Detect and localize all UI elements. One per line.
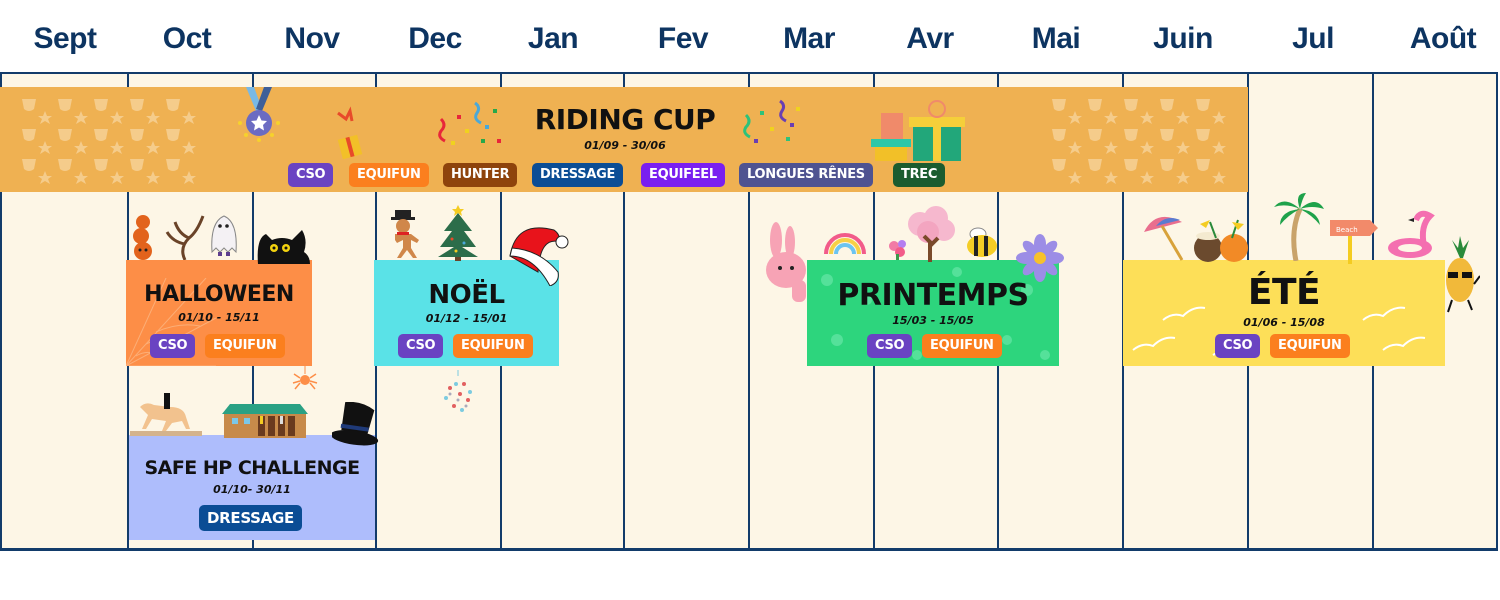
- tag-dressage: DRESSAGE: [199, 505, 302, 531]
- santa-hat-icon: [509, 227, 569, 286]
- tag-longues-renes: LONGUES RÊNES: [739, 163, 873, 187]
- medal-icon: [238, 87, 280, 142]
- month-dec: Dec: [408, 22, 462, 55]
- coconut-drinks-icon: [1194, 219, 1248, 262]
- spooky-tree-icon: [165, 215, 205, 260]
- pineapple-icon: [1446, 236, 1480, 313]
- month-aout: Août: [1409, 22, 1477, 55]
- gift-boxes-icon: [871, 100, 965, 161]
- cherry-blossom-tree-icon: [908, 206, 955, 262]
- month-fev: Fev: [657, 22, 709, 55]
- confetti-icon: [438, 101, 501, 145]
- riding-cup-banner[interactable]: RIDING CUP 01/09 - 30/06 CSO EQUIFUN HUN…: [0, 87, 1248, 192]
- safe-hp-dates: 01/10- 30/11: [213, 483, 291, 496]
- noel-dates: 01/12 - 15/01: [425, 312, 508, 325]
- tag-equifun: EQUIFUN: [1270, 334, 1350, 358]
- month-jan: Jan: [527, 22, 579, 55]
- daisy-icon: [1016, 234, 1064, 282]
- bunny-icon: [766, 222, 806, 302]
- grid-line: [1496, 72, 1498, 551]
- printemps-title: PRINTEMPS: [837, 278, 1029, 313]
- palm-tree-icon: [1274, 193, 1324, 261]
- month-avr: Avr: [906, 22, 954, 55]
- month-mai: Mai: [1031, 22, 1081, 55]
- bee-icon: [967, 227, 997, 257]
- christmas-tree-icon: [438, 205, 478, 261]
- month-jul: Jul: [1292, 22, 1334, 55]
- ghost-icon: [211, 215, 237, 256]
- printemps-dates: 15/03 - 15/05: [892, 314, 974, 327]
- event-ete[interactable]: ÉTÉ 01/06 - 15/08 CSO EQUIFUN: [1123, 260, 1445, 366]
- confetti-icon: [743, 99, 800, 143]
- month-sept: Sept: [33, 22, 97, 55]
- trophy-pattern-icon: [18, 95, 200, 185]
- month-nov: Nov: [284, 22, 340, 55]
- gingerbread-man-icon: [391, 210, 419, 258]
- tag-equifun: EQUIFUN: [453, 334, 533, 358]
- flamingo-float-icon: [1388, 210, 1435, 258]
- tag-trec: TREC: [893, 163, 946, 187]
- month-mar: Mar: [783, 22, 835, 55]
- tag-equifeel: EQUIFEEL: [641, 163, 725, 187]
- event-halloween[interactable]: HALLOWEEN 01/10 - 15/11 CSO EQUIFUN: [126, 260, 312, 366]
- trophy-pattern-icon: [1048, 95, 1230, 185]
- black-cat-icon: [257, 230, 310, 264]
- tag-equifun: EQUIFUN: [922, 334, 1002, 358]
- halloween-dates: 01/10 - 15/11: [178, 311, 260, 324]
- month-oct: Oct: [162, 22, 212, 55]
- tag-equifun: EQUIFUN: [349, 163, 429, 187]
- tag-hunter: HUNTER: [443, 163, 518, 187]
- halloween-title: HALLOWEEN: [144, 282, 294, 307]
- tag-cso: CSO: [150, 334, 196, 358]
- top-hat-icon: [332, 402, 379, 446]
- tag-equifun: EQUIFUN: [205, 334, 285, 358]
- riding-cup-dates: 01/09 - 30/06: [584, 139, 666, 152]
- beach-umbrella-icon: [1144, 216, 1184, 261]
- tag-cso: CSO: [867, 334, 913, 358]
- dressage-rider-icon: [130, 393, 202, 436]
- tag-cso: CSO: [288, 163, 334, 187]
- month-header-row: Sept Oct Nov Dec Jan Fev Mar Avr Mai Jui…: [0, 0, 1500, 72]
- rainbow-icon: [824, 233, 866, 255]
- tag-cso: CSO: [1215, 334, 1261, 358]
- tag-dressage: DRESSAGE: [532, 163, 624, 187]
- tag-cso: CSO: [398, 334, 444, 358]
- beach-sign-text: Beach: [1336, 226, 1358, 234]
- spider-icon: [292, 366, 318, 390]
- month-juin: Juin: [1153, 22, 1213, 55]
- riding-cup-title: RIDING CUP: [534, 103, 716, 136]
- ornament-ball-icon: [438, 370, 478, 416]
- stable-icon: [222, 404, 308, 438]
- event-safe-hp-challenge[interactable]: SAFE HP CHALLENGE 01/10- 30/11 DRESSAGE: [129, 435, 375, 540]
- safe-hp-title: SAFE HP CHALLENGE: [144, 457, 360, 479]
- ete-dates: 01/06 - 15/08: [1243, 316, 1325, 329]
- pumpkins-icon: [133, 215, 152, 260]
- gift-icon: [337, 106, 363, 160]
- ete-title: ÉTÉ: [1247, 272, 1321, 313]
- beach-sign-icon: Beach: [1330, 220, 1378, 264]
